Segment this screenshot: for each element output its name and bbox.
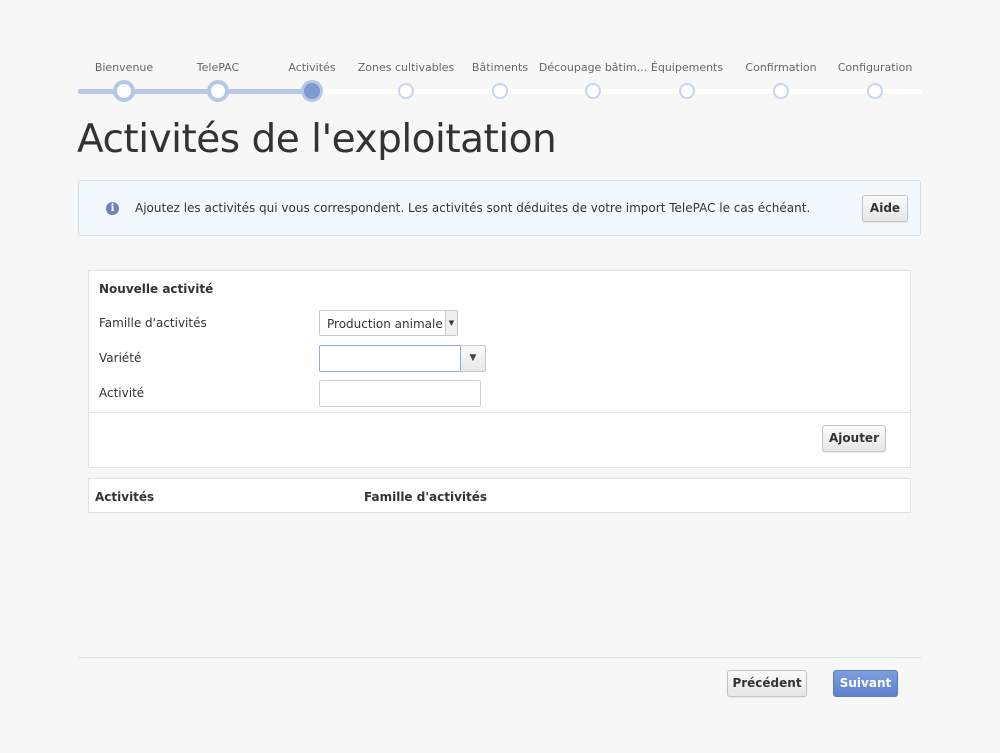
help-button[interactable]: Aide [862, 195, 908, 222]
variety-input[interactable] [319, 345, 461, 372]
step-dot [867, 83, 883, 99]
panel-divider [89, 412, 910, 413]
footer-divider [78, 657, 921, 658]
add-button[interactable]: Ajouter [822, 425, 886, 452]
activity-label: Activité [99, 386, 145, 400]
family-select-value: Production animale [327, 317, 443, 331]
step-dot [773, 83, 789, 99]
step-dot [113, 80, 135, 102]
step-dot [301, 80, 323, 102]
next-button[interactable]: Suivant [833, 670, 898, 697]
column-header-activites[interactable]: Activités [95, 490, 154, 504]
step-dot [207, 80, 229, 102]
family-select[interactable]: Production animale ▼ [319, 310, 458, 336]
variety-label: Variété [99, 351, 142, 365]
step-dot [398, 83, 414, 99]
info-text: Ajoutez les activités qui vous correspon… [135, 201, 811, 215]
page-title: Activités de l'exploitation [77, 117, 557, 162]
panel-heading: Nouvelle activité [99, 282, 214, 296]
family-label: Famille d'activités [99, 316, 207, 330]
caret-down-icon: ▼ [469, 353, 477, 363]
activities-table: Activités Famille d'activités [88, 478, 911, 513]
step-dot [492, 83, 508, 99]
step-configuration: Configuration [815, 60, 935, 99]
new-activity-panel: Nouvelle activité Famille d'activités Pr… [88, 270, 911, 468]
step-label: Configuration [837, 61, 913, 74]
activity-input[interactable] [319, 380, 481, 407]
wizard-stepper: Bienvenue TelePAC Activités Zones cultiv… [78, 60, 922, 104]
column-header-famille[interactable]: Famille d'activités [364, 490, 487, 504]
info-icon: i [106, 202, 119, 215]
chevron-down-icon: ▼ [445, 311, 457, 335]
variety-dropdown-button[interactable]: ▼ [461, 345, 486, 372]
info-banner: i Ajoutez les activités qui vous corresp… [78, 180, 921, 236]
previous-button[interactable]: Précédent [727, 670, 807, 697]
step-dot [679, 83, 695, 99]
step-dot [585, 83, 601, 99]
variety-combobox: ▼ [319, 345, 486, 372]
